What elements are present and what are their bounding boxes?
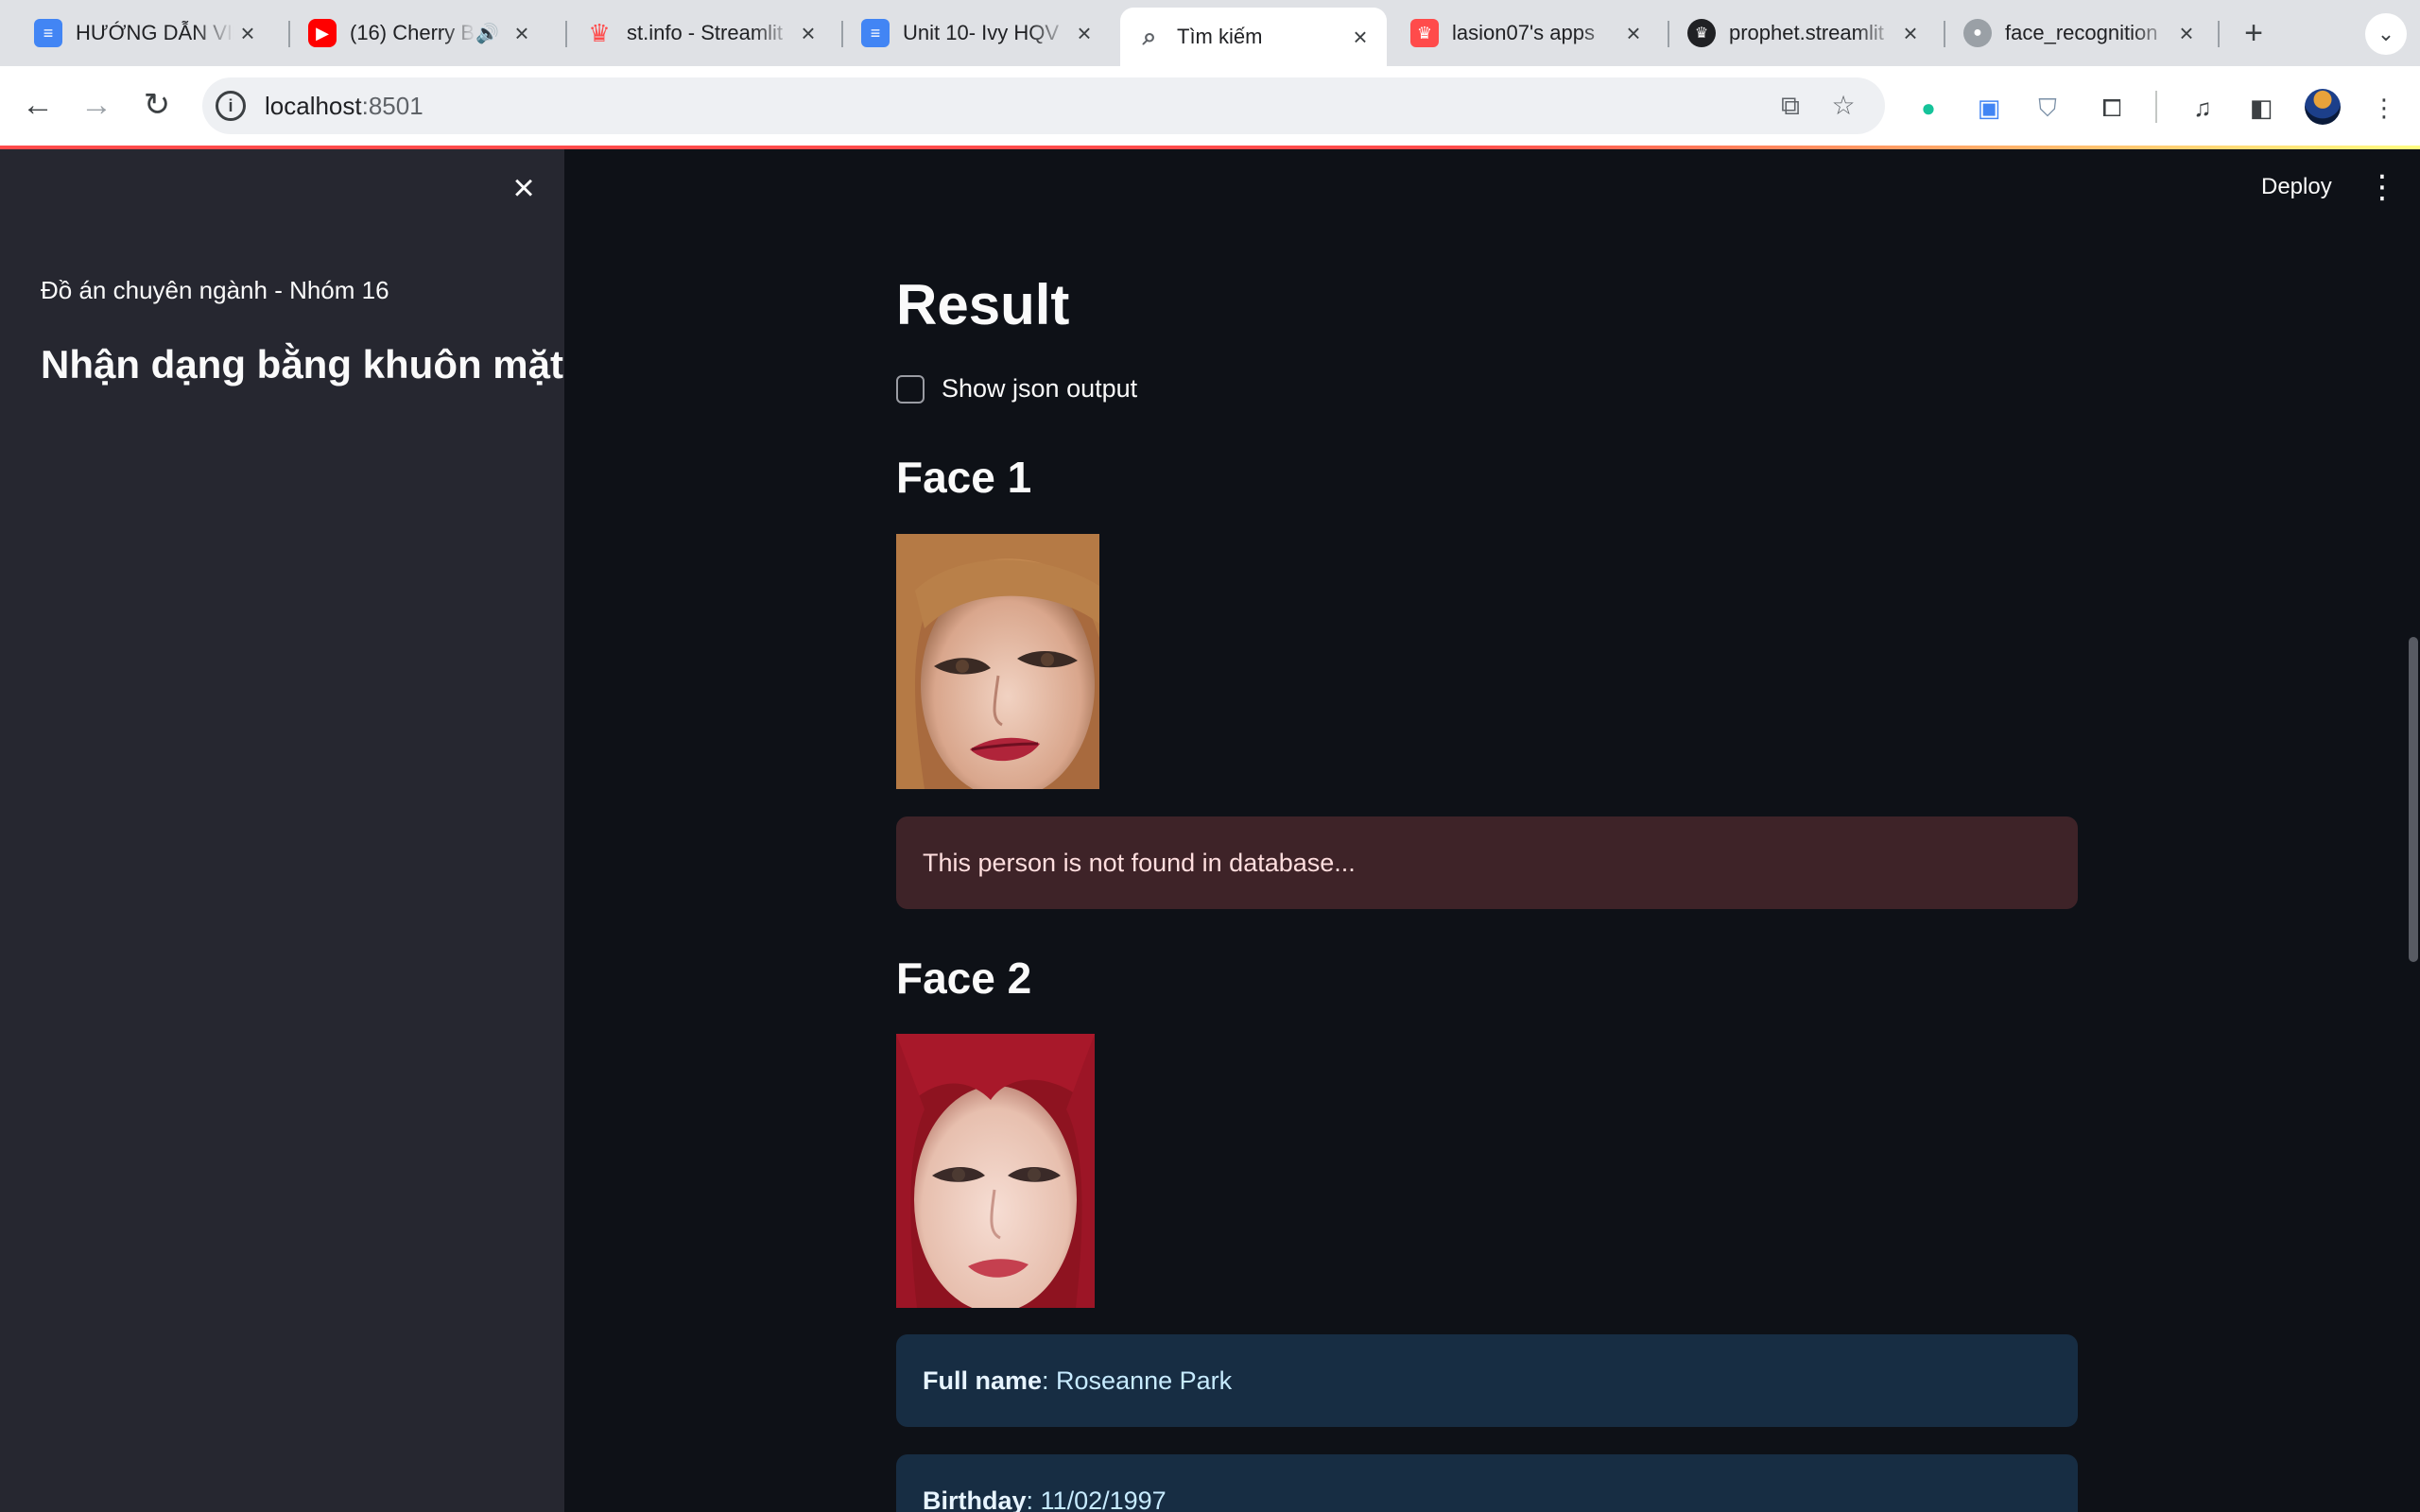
- field-colon: :: [1026, 1486, 1041, 1512]
- bookmark-star-icon[interactable]: ☆: [1826, 89, 1860, 123]
- youtube-icon: ▶: [308, 19, 337, 47]
- url-text: localhost:8501: [265, 77, 424, 134]
- field-colon: :: [1042, 1366, 1057, 1395]
- face-2-heading: Face 2: [896, 954, 1032, 1003]
- tab-title: lasion07's apps: [1452, 21, 1595, 44]
- close-tab-icon[interactable]: ×: [1347, 23, 1374, 52]
- browser-tab[interactable]: ≡ Unit 10- Ivy HQV ×: [846, 8, 1111, 59]
- media-control-icon[interactable]: ♫: [2184, 89, 2221, 127]
- close-tab-icon[interactable]: ×: [509, 19, 535, 48]
- tab-title: Tìm kiếm: [1177, 25, 1263, 48]
- close-tab-icon[interactable]: ×: [795, 19, 821, 48]
- result-heading: Result: [896, 273, 1070, 336]
- google-docs-icon: ≡: [861, 19, 890, 47]
- extensions-puzzle-icon[interactable]: ⧠: [2093, 89, 2131, 127]
- side-panel-icon[interactable]: ◧: [2242, 89, 2280, 127]
- main-menu-icon[interactable]: ⋮: [2365, 166, 2399, 208]
- close-tab-icon[interactable]: ×: [1897, 19, 1924, 48]
- tab-title: face_recognition: [2005, 21, 2158, 44]
- tab-title: Unit 10- Ivy HQV: [903, 21, 1060, 44]
- reload-icon[interactable]: ↻: [134, 83, 180, 129]
- speaker-icon[interactable]: 🔊: [475, 22, 499, 45]
- forward-icon[interactable]: →: [74, 83, 119, 129]
- address-bar[interactable]: i localhost:8501 ⧉ ☆: [202, 77, 1885, 134]
- url-host: localhost: [265, 92, 362, 120]
- close-sidebar-icon[interactable]: ×: [507, 169, 541, 207]
- not-found-error-alert: This person is not found in database...: [896, 816, 2078, 909]
- profile-avatar[interactable]: [2305, 89, 2341, 125]
- error-message: This person is not found in database...: [923, 849, 1356, 877]
- search-icon: ⌕: [1142, 22, 1157, 50]
- show-json-label: Show json output: [942, 374, 1138, 403]
- tab-title: st.info - Streamlit: [627, 21, 784, 44]
- sidebar-subtitle: Đồ án chuyên ngành - Nhóm 16: [41, 276, 389, 304]
- browser-tab[interactable]: ♛ prophet.streamlit ×: [1672, 8, 1937, 59]
- sidebar-title: Nhận dạng bằng khuôn mặt: [41, 342, 563, 387]
- toolbar-divider: [2155, 91, 2157, 123]
- streamlit-dark-icon: ♛: [1687, 19, 1716, 47]
- browser-tab-strip: ≡ HƯỚNG DẪN VIẾT × ▶ (16) Cherry Bomb 🔊 …: [0, 0, 2420, 66]
- face-1-image: [896, 534, 1099, 789]
- face-2-image: [896, 1034, 1095, 1308]
- browser-tab[interactable]: ♛ st.info - Streamlit ×: [570, 8, 835, 59]
- url-port: :8501: [361, 92, 424, 120]
- site-info-icon[interactable]: i: [216, 91, 246, 121]
- deploy-button[interactable]: Deploy: [2250, 166, 2343, 208]
- field-value: 11/02/1997: [1040, 1486, 1167, 1512]
- sidebar: × Nhận dạng bằng khuôn mặt Đồ án chuyên …: [0, 149, 564, 1512]
- tab-search-chevron-icon[interactable]: ⌄: [2365, 13, 2407, 55]
- tab-title: HƯỚNG DẪN VIẾT: [76, 21, 234, 44]
- google-translate-icon[interactable]: ▣: [1970, 89, 2008, 127]
- birthday-info-alert: Birthday: 11/02/1997: [896, 1454, 2078, 1512]
- tab-title: (16) Cherry Bomb: [350, 21, 475, 44]
- close-tab-icon[interactable]: ×: [2173, 19, 2200, 48]
- grammarly-icon[interactable]: ●: [1910, 89, 1947, 127]
- new-tab-icon[interactable]: +: [2233, 13, 2274, 55]
- close-tab-icon[interactable]: ×: [234, 19, 261, 48]
- chrome-menu-icon[interactable]: ⋮: [2365, 89, 2403, 127]
- close-tab-icon[interactable]: ×: [1620, 19, 1647, 48]
- browser-tab[interactable]: ≡ HƯỚNG DẪN VIẾT ×: [19, 8, 274, 59]
- github-icon: ●: [1963, 19, 1992, 47]
- close-tab-icon[interactable]: ×: [1071, 19, 1098, 48]
- field-label: Birthday: [923, 1486, 1027, 1512]
- tab-title: prophet.streamlit: [1729, 21, 1884, 44]
- show-json-checkbox-row[interactable]: Show json output: [896, 374, 1137, 404]
- translate-icon[interactable]: ⧉: [1773, 89, 1807, 123]
- back-icon[interactable]: ←: [15, 83, 60, 129]
- full-name-info-alert: Full name: Roseanne Park: [896, 1334, 2078, 1427]
- main-scrollbar[interactable]: [2409, 637, 2418, 962]
- streamlit-icon: ♛: [1410, 19, 1439, 47]
- google-docs-icon: ≡: [34, 19, 62, 47]
- browser-tab[interactable]: ♛ lasion07's apps ×: [1395, 8, 1660, 59]
- streamlit-icon: ♛: [588, 18, 611, 47]
- browser-tab-active[interactable]: ⌕ Tìm kiếm ×: [1120, 8, 1387, 66]
- browser-tab[interactable]: ▶ (16) Cherry Bomb 🔊 ×: [293, 8, 548, 59]
- show-json-checkbox[interactable]: [896, 374, 925, 404]
- browser-tab[interactable]: ● face_recognition ×: [1948, 8, 2213, 59]
- face-1-heading: Face 1: [896, 453, 1032, 502]
- field-label: Full name: [923, 1366, 1043, 1395]
- field-value: Roseanne Park: [1056, 1366, 1233, 1395]
- shield-icon[interactable]: ⛉: [2029, 89, 2066, 127]
